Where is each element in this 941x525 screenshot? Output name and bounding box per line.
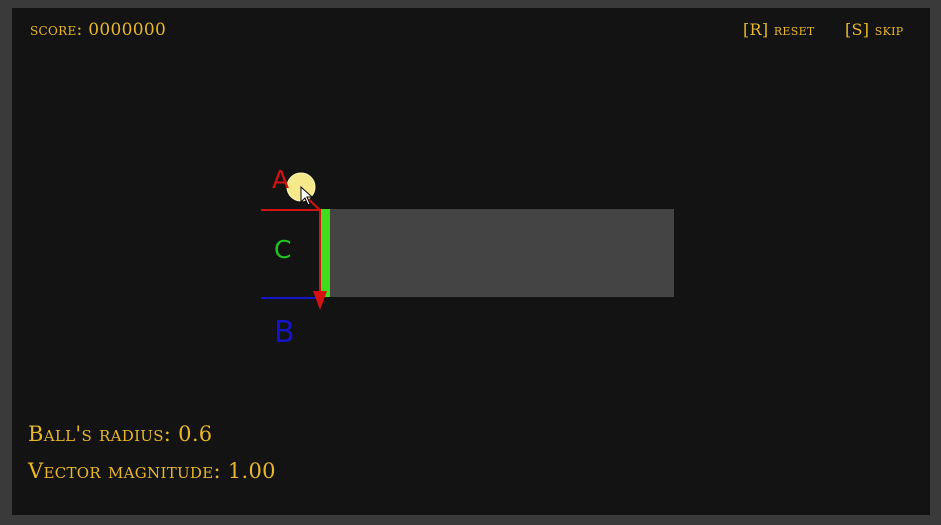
window-frame: score: 0000000 [R] reset [S] skip A C B … bbox=[0, 0, 941, 525]
label-b: B bbox=[274, 315, 295, 350]
platform-block bbox=[326, 209, 674, 297]
game-canvas[interactable]: score: 0000000 [R] reset [S] skip A C B … bbox=[12, 8, 930, 515]
ball-radius-display: Ball's radius: 0.6 bbox=[28, 422, 213, 446]
platform-edge-highlight bbox=[321, 209, 330, 297]
vector-magnitude-display: Vector magnitude: 1.00 bbox=[28, 459, 276, 483]
label-a: A bbox=[272, 165, 289, 194]
label-c: C bbox=[274, 235, 291, 264]
